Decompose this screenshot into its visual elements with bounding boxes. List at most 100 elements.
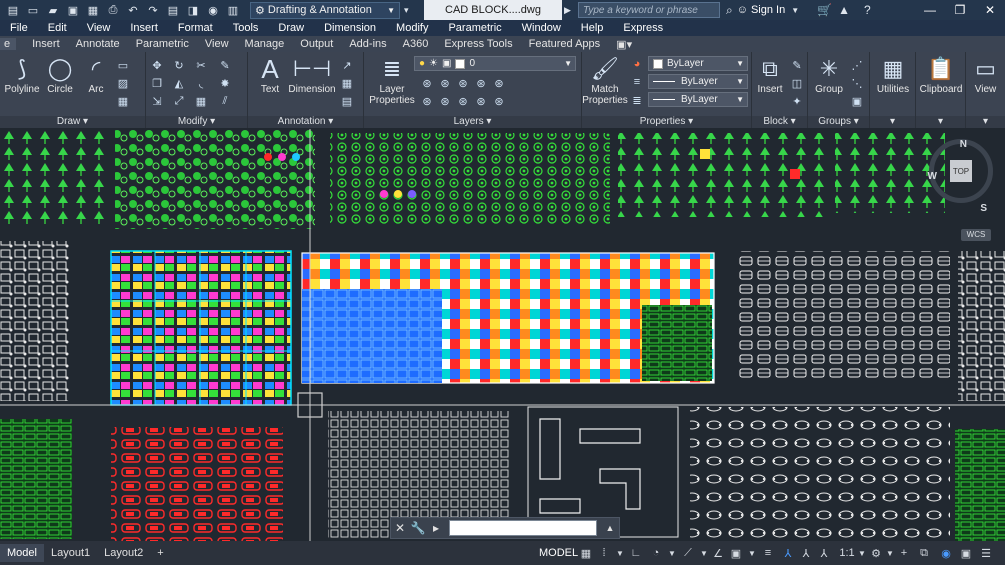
publish-icon[interactable]: ▤ — [164, 2, 182, 18]
open-icon[interactable]: ▰ — [44, 2, 62, 18]
undo-icon[interactable]: ↶ — [124, 2, 142, 18]
search-input[interactable]: Type a keyword or phrase — [578, 2, 720, 18]
tab-output[interactable]: Output — [300, 38, 333, 50]
menu-insert[interactable]: Insert — [130, 22, 158, 34]
group-select-icon[interactable]: ▣ — [850, 94, 864, 108]
menu-help[interactable]: Help — [581, 22, 604, 34]
array-icon[interactable]: ▦ — [194, 94, 208, 108]
layer-tool-icon[interactable]: ⊛ — [438, 76, 452, 90]
qat-more-icon[interactable]: ▾ — [404, 5, 418, 16]
isodraft-icon[interactable]: ⟋ — [680, 545, 696, 561]
close-button[interactable]: ✕ — [975, 0, 1005, 20]
offset-icon[interactable]: ⫽ — [218, 94, 232, 108]
panel-title-block[interactable]: Block ▾ — [752, 116, 807, 128]
color-wheel-icon[interactable]: ◕ — [630, 57, 644, 71]
create-block-icon[interactable]: ✎ — [790, 58, 804, 72]
tab-addins[interactable]: Add-ins — [349, 38, 386, 50]
tab-featured-apps[interactable]: Featured Apps — [529, 38, 601, 50]
leader-icon[interactable]: ↗ — [340, 58, 354, 72]
lineweight-dropdown[interactable]: ByLayer ▼ — [648, 92, 748, 107]
close-icon[interactable]: ✕ — [391, 521, 409, 535]
clean-screen-icon[interactable]: ▣ — [958, 545, 974, 561]
arc-button[interactable]: ◜ Arc — [74, 54, 118, 95]
menu-file[interactable]: File — [10, 22, 28, 34]
annotation-scale-icon[interactable]: ⅄ — [798, 545, 814, 561]
utilities-button[interactable]: ▦ Utilities — [870, 54, 916, 95]
compass-south[interactable]: S — [980, 203, 987, 214]
isolate-objects-icon[interactable]: ⧉ — [916, 545, 932, 561]
group-edit-icon[interactable]: ⋱ — [850, 76, 864, 90]
rotate-icon[interactable]: ↻ — [172, 58, 186, 72]
panel-title-utilities[interactable]: ▾ — [870, 116, 915, 128]
drawing-canvas[interactable]: TOP N W S WCS — [0, 129, 1005, 541]
tab-layout1[interactable]: Layout1 — [44, 544, 97, 562]
lineweight-icon[interactable]: ≣ — [630, 93, 644, 107]
layer-properties-button[interactable]: ≣ Layer Properties — [368, 54, 416, 106]
region-icon[interactable]: ▦ — [116, 94, 130, 108]
layer-dropdown[interactable]: ● ☀ ▣ 0 ▼ — [414, 56, 576, 71]
cart-icon[interactable]: 🛒 — [817, 3, 832, 17]
wcs-button[interactable]: WCS — [961, 229, 991, 241]
layer-tool-icon[interactable]: ⊛ — [492, 76, 506, 90]
layer-tool-icon[interactable]: ⊛ — [456, 94, 470, 108]
insert-button[interactable]: ⧉ Insert — [752, 54, 788, 95]
share-icon[interactable]: ◨ — [184, 2, 202, 18]
menu-window[interactable]: Window — [522, 22, 561, 34]
rectangle-icon[interactable]: ▭ — [116, 58, 130, 72]
move-icon[interactable]: ✥ — [150, 58, 164, 72]
save-icon[interactable]: ▣ — [64, 2, 82, 18]
menu-modify[interactable]: Modify — [396, 22, 428, 34]
layer-tool-icon[interactable]: ⊛ — [456, 76, 470, 90]
minimize-button[interactable]: — — [915, 0, 945, 20]
render-icon[interactable]: ◉ — [204, 2, 222, 18]
layer-tool-icon[interactable]: ⊛ — [420, 76, 434, 90]
clipboard-button[interactable]: 📋 Clipboard — [916, 54, 966, 95]
panel-title-layers[interactable]: Layers ▾ — [364, 116, 581, 128]
app-menu-icon[interactable]: ▤ — [4, 2, 22, 18]
menu-express[interactable]: Express — [623, 22, 663, 34]
table-icon[interactable]: ▦ — [340, 76, 354, 90]
tab-model[interactable]: Model — [0, 544, 44, 562]
hardware-acceleration-icon[interactable]: ◉ — [938, 545, 954, 561]
polar-icon[interactable]: ◔ — [648, 545, 664, 561]
ungroup-icon[interactable]: ⋰ — [850, 58, 864, 72]
viewcube-top-face[interactable]: TOP — [950, 160, 972, 182]
tab-annotate[interactable]: Annotate — [76, 38, 120, 50]
customize-icon[interactable]: ☰ — [978, 545, 994, 561]
menu-view[interactable]: View — [87, 22, 111, 34]
lineweight-toggle-icon[interactable]: ≡ — [760, 545, 776, 561]
ribbon-toggle-icon[interactable]: ▣▾ — [616, 38, 632, 51]
erase-icon[interactable]: ✎ — [218, 58, 232, 72]
panel-title-clipboard[interactable]: ▾ — [916, 116, 965, 128]
fillet-icon[interactable]: ◟ — [194, 76, 208, 90]
help-icon[interactable]: ? — [864, 3, 871, 17]
layer-tool-icon[interactable]: ⊛ — [492, 94, 506, 108]
menu-tools[interactable]: Tools — [233, 22, 259, 34]
menu-format[interactable]: Format — [178, 22, 213, 34]
ortho-icon[interactable]: ∟ — [628, 545, 644, 561]
stretch-icon[interactable]: ⇲ — [150, 94, 164, 108]
auto-scale-icon[interactable]: ⅄ — [816, 545, 832, 561]
copy-icon[interactable]: ❐ — [150, 76, 164, 90]
attribute-icon[interactable]: ✦ — [790, 94, 804, 108]
compass-west[interactable]: W — [928, 171, 937, 182]
scale-icon[interactable]: ⤢ — [172, 94, 186, 108]
document-tab[interactable]: CAD BLOCK....dwg — [424, 0, 562, 20]
command-prompt-icon[interactable]: ▸ — [427, 521, 445, 535]
new-icon[interactable]: ▭ — [24, 2, 42, 18]
add-layout-button[interactable]: + — [150, 544, 170, 562]
mirror-icon[interactable]: ◭ — [172, 76, 186, 90]
object-snap-tracking-icon[interactable]: ∠ — [710, 545, 726, 561]
polar-caret-icon[interactable]: ▼ — [664, 545, 680, 561]
trim-icon[interactable]: ✂ — [194, 58, 208, 72]
tab-a360[interactable]: A360 — [403, 38, 429, 50]
osnap2-caret-icon[interactable]: ▼ — [744, 545, 760, 561]
add-icon[interactable]: + — [896, 545, 912, 561]
a360-icon[interactable]: ▲ — [838, 3, 850, 17]
compass-north[interactable]: N — [960, 139, 967, 150]
group-button[interactable]: ✳ Group — [810, 54, 848, 95]
snap-caret-icon[interactable]: ▼ — [612, 545, 628, 561]
panel-title-view[interactable]: ▾ — [966, 116, 1005, 128]
snap-icon[interactable]: ⁞ — [596, 545, 612, 561]
object-snap-icon[interactable]: ▣ — [728, 545, 744, 561]
